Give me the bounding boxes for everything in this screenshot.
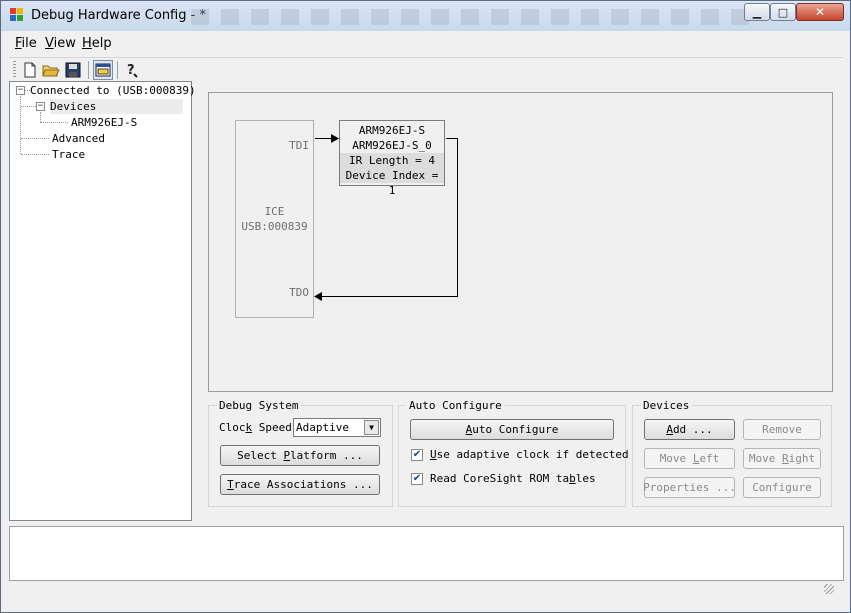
- toolbar-separator: [88, 61, 89, 79]
- clock-speed-value: Adaptive: [296, 421, 349, 434]
- debug-system-group: Debug System Clock Speed Adaptive ▼ Sele…: [208, 399, 393, 507]
- device-ir-length: IR Length = 4: [340, 153, 444, 168]
- adaptive-clock-label[interactable]: Use adaptive clock if detected: [430, 448, 629, 461]
- tree-connector: [21, 138, 49, 139]
- status-bar: [9, 584, 844, 604]
- tdo-arrow-icon: [314, 292, 322, 301]
- device-instance: ARM926EJ-S_0: [352, 139, 432, 152]
- auto-configure-button[interactable]: Auto Configure: [410, 419, 614, 440]
- output-pane[interactable]: [9, 526, 844, 581]
- help-icon: ?: [127, 63, 138, 78]
- tree-item-trace[interactable]: Trace: [52, 147, 85, 162]
- window-title: Debug Hardware Config - *: [31, 8, 206, 23]
- tree-item-connection[interactable]: Connected to (USB:000839): [30, 83, 196, 98]
- tree-connector: [21, 154, 49, 155]
- config-tree[interactable]: − Connected to (USB:000839) − Devices AR…: [9, 81, 196, 521]
- toolbar-grip[interactable]: [13, 61, 16, 79]
- auto-configure-title: Auto Configure: [406, 399, 505, 412]
- clock-speed-label: Clock Speed: [219, 421, 292, 434]
- scan-chain-canvas[interactable]: TDI ICE USB:000839 TDO ARM926EJ-S ARM926…: [208, 92, 833, 392]
- tree-connector: [21, 106, 36, 107]
- tree-item-arm926ej-s[interactable]: ARM926EJ-S: [71, 115, 137, 130]
- save-icon: [65, 62, 81, 78]
- menu-bar: File View Help: [9, 31, 843, 56]
- add-device-button[interactable]: Add ...: [644, 419, 735, 440]
- checkmark-icon: ✔: [412, 449, 422, 460]
- tdi-arrow-icon: [331, 134, 339, 143]
- device-box-arm926ej-s[interactable]: ARM926EJ-S ARM926EJ-S_0 IR Length = 4 De…: [339, 120, 445, 197]
- read-coresight-checkbox[interactable]: ✔: [411, 473, 423, 485]
- open-folder-icon: [42, 65, 60, 77]
- ice-name: ICE: [264, 205, 285, 218]
- tree-item-devices[interactable]: Devices: [50, 99, 183, 114]
- help-button[interactable]: ?: [122, 60, 142, 80]
- move-right-button[interactable]: Move Right: [743, 448, 821, 469]
- layout-view-icon: [95, 63, 111, 77]
- collapse-devices-toggle[interactable]: −: [36, 102, 45, 111]
- trace-associations-button[interactable]: Trace Associations ...: [220, 474, 380, 495]
- resize-grip-icon[interactable]: [824, 584, 834, 594]
- tree-connector: [20, 96, 21, 154]
- tdo-label: TDO: [289, 286, 309, 299]
- device-index: Device Index = 1: [340, 168, 444, 197]
- devices-title: Devices: [640, 399, 693, 412]
- tdo-wire-back: [321, 296, 458, 297]
- main-window: Debug Hardware Config - * ▁ □ ✕ File Vie…: [0, 0, 851, 613]
- new-file-button[interactable]: [20, 60, 40, 80]
- remove-device-button[interactable]: Remove: [743, 419, 821, 440]
- toolbar-separator: [117, 61, 118, 79]
- save-button[interactable]: [63, 60, 83, 80]
- auto-configure-group: Auto Configure Auto Configure ✔ Use adap…: [398, 399, 629, 507]
- tree-connector: [25, 90, 30, 91]
- debug-system-title: Debug System: [216, 399, 302, 412]
- clock-speed-select[interactable]: Adaptive ▼: [293, 418, 381, 437]
- configure-device-button[interactable]: Configure: [743, 477, 821, 498]
- tree-item-advanced[interactable]: Advanced: [52, 131, 105, 146]
- menu-view[interactable]: View: [45, 36, 76, 51]
- svg-text:?: ?: [127, 63, 135, 78]
- tdo-wire-down: [457, 138, 458, 297]
- device-type: ARM926EJ-S: [358, 124, 426, 137]
- checkmark-icon: ✔: [412, 473, 422, 484]
- app-icon: [10, 8, 24, 22]
- select-platform-button[interactable]: Select Platform ...: [220, 445, 380, 466]
- properties-button[interactable]: Properties ...: [643, 477, 736, 498]
- title-bar[interactable]: Debug Hardware Config - * ▁ □ ✕: [1, 1, 850, 31]
- move-left-button[interactable]: Move Left: [644, 448, 735, 469]
- read-coresight-label[interactable]: Read CoreSight ROM tables: [430, 472, 596, 485]
- menu-file[interactable]: File: [15, 36, 37, 51]
- tree-connector: [40, 122, 68, 123]
- ice-id: USB:000839: [241, 220, 308, 233]
- maximize-button[interactable]: □: [770, 3, 796, 21]
- devices-group: Devices Add ... Remove Move Left Move Ri…: [632, 399, 832, 507]
- menu-help[interactable]: Help: [82, 36, 112, 51]
- tdi-label: TDI: [289, 139, 309, 152]
- tree-connector: [40, 112, 41, 122]
- minimize-button[interactable]: ▁: [744, 3, 770, 21]
- new-file-icon: [24, 62, 36, 78]
- layout-view-button[interactable]: [93, 60, 113, 80]
- close-icon: ✕: [814, 5, 826, 19]
- toolbar: ?: [9, 57, 843, 81]
- chevron-down-icon[interactable]: ▼: [364, 420, 379, 435]
- adaptive-clock-checkbox[interactable]: ✔: [411, 449, 423, 461]
- minimize-icon: ▁: [752, 5, 762, 19]
- maximize-icon: □: [777, 5, 789, 19]
- collapse-root-toggle[interactable]: −: [16, 86, 25, 95]
- title-bar-background-ghost: [191, 9, 751, 25]
- open-button[interactable]: [41, 60, 61, 80]
- ice-box[interactable]: TDI ICE USB:000839 TDO: [235, 120, 314, 318]
- close-button[interactable]: ✕: [796, 3, 844, 21]
